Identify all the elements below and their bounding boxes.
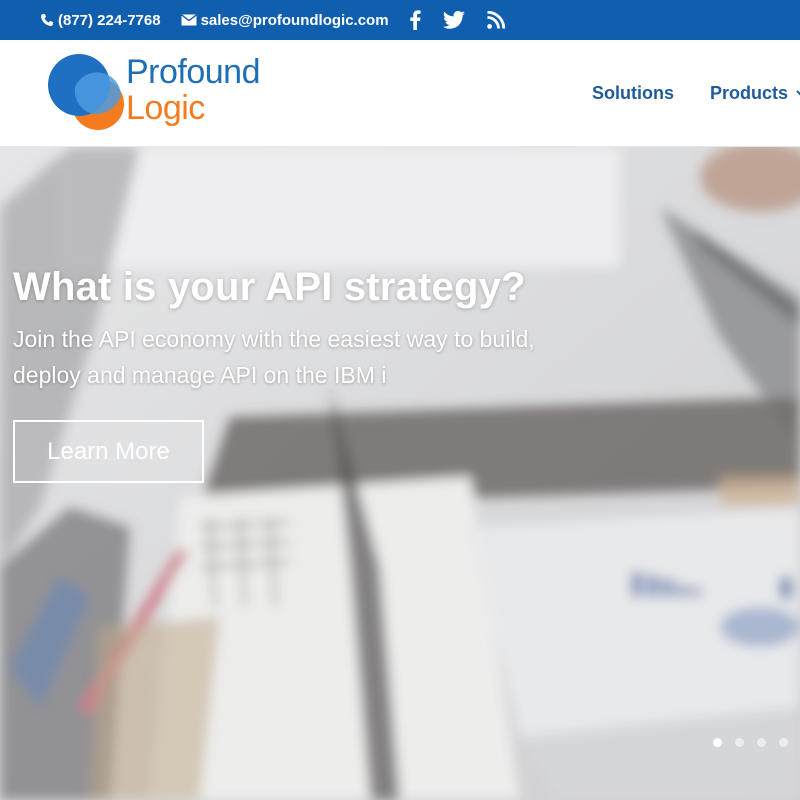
chevron-down-icon: [796, 89, 800, 95]
social-links: [409, 10, 527, 30]
phone-icon: [41, 14, 53, 26]
slider-dot-4[interactable]: [779, 738, 788, 747]
email-address: sales@profoundlogic.com: [200, 11, 389, 29]
envelope-icon: [180, 14, 197, 26]
logo-line1: Profound: [126, 53, 261, 91]
slider-pagination: [713, 738, 800, 747]
site-header: Profound Logic Solutions Products: [0, 40, 800, 147]
learn-more-button[interactable]: Learn More: [13, 420, 204, 483]
slider-dot-3[interactable]: [757, 738, 766, 747]
logo-wordmark: Profound Logic: [126, 53, 261, 127]
top-contact-bar: (877) 224-7768 sales@profoundlogic.com: [0, 0, 800, 40]
main-nav: Solutions Products: [592, 40, 800, 147]
logo-line2: Logic: [126, 89, 205, 127]
rss-icon: [486, 11, 505, 29]
profound-logic-logo[interactable]: Profound Logic: [48, 54, 298, 136]
twitter-icon: [442, 11, 465, 29]
hero-title: What is your API strategy?: [13, 265, 526, 309]
nav-item-solutions[interactable]: Solutions: [592, 83, 674, 104]
hero-subtitle: Join the API economy with the easiest wa…: [13, 321, 593, 393]
nav-item-label: Solutions: [591, 83, 674, 103]
facebook-icon: [409, 10, 421, 30]
slider-dot-1[interactable]: [713, 738, 722, 747]
facebook-link[interactable]: [409, 10, 421, 30]
phone-contact[interactable]: (877) 224-7768: [40, 12, 161, 29]
nav-item-products[interactable]: Products: [710, 83, 800, 104]
twitter-link[interactable]: [442, 11, 465, 29]
nav-item-label: Products: [709, 83, 788, 103]
rss-link[interactable]: [486, 11, 505, 29]
logo-circles-icon: [48, 54, 124, 130]
hero-subtitle-line2: deploy and manage API on the IBM i: [13, 362, 387, 388]
email-contact[interactable]: sales@profoundlogic.com: [180, 11, 389, 29]
hero-subtitle-line1: Join the API economy with the easiest wa…: [13, 326, 535, 352]
hero-slider: What is your API strategy? Join the API …: [0, 147, 800, 800]
slider-dot-2[interactable]: [735, 738, 744, 747]
phone-number: (877) 224-7768: [58, 11, 161, 29]
